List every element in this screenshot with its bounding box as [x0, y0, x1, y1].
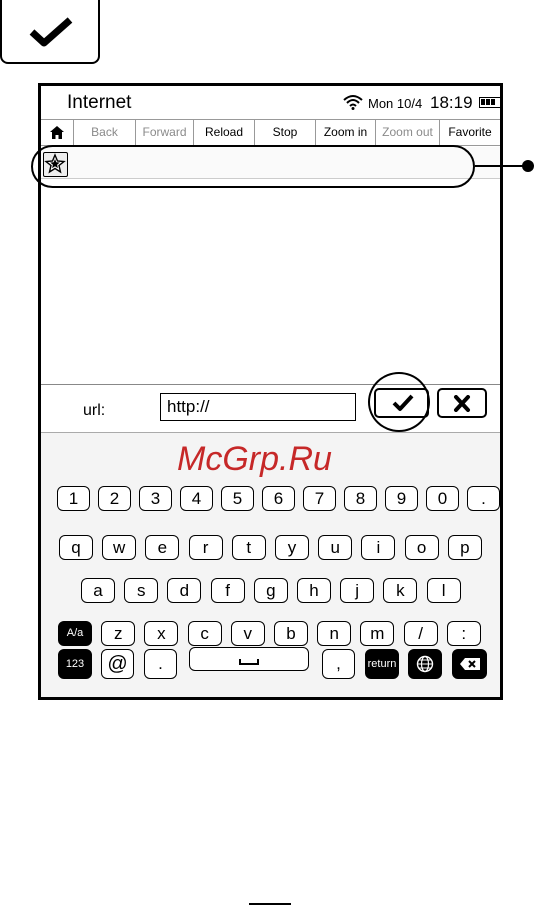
backspace-key[interactable]	[452, 649, 487, 679]
letter-key[interactable]: f	[210, 578, 245, 603]
annotation-leader-line	[475, 165, 527, 167]
annotation-ring-confirm	[368, 372, 430, 432]
letter-key[interactable]: c	[187, 621, 222, 646]
letter-key[interactable]: z	[101, 621, 136, 646]
letter-key[interactable]: d	[167, 578, 202, 603]
letter-key[interactable]: n	[317, 621, 352, 646]
space-icon	[239, 659, 259, 665]
letter-key[interactable]: b	[274, 621, 308, 646]
digit-key[interactable]: 7	[303, 486, 336, 511]
letter-key[interactable]: t	[231, 535, 266, 560]
letter-key[interactable]: i	[361, 535, 396, 560]
letter-key[interactable]: h	[297, 578, 331, 603]
letter-key[interactable]: :	[446, 621, 481, 646]
shift-key[interactable]: A/a	[58, 621, 92, 646]
digit-key[interactable]: 0	[426, 486, 459, 511]
close-icon	[454, 395, 470, 412]
battery-icon	[479, 97, 501, 108]
letter-key[interactable]: e	[145, 535, 180, 560]
digit-key[interactable]: .	[467, 486, 500, 511]
digit-key[interactable]: 8	[344, 486, 377, 511]
at-key[interactable]: @	[101, 649, 134, 679]
home-icon	[50, 126, 64, 139]
letter-key[interactable]: m	[360, 621, 395, 646]
keyboard-url-bar: url:	[41, 385, 500, 433]
digit-key[interactable]: 6	[262, 486, 295, 511]
letter-key[interactable]: x	[144, 621, 179, 646]
app-title: Internet	[67, 92, 132, 113]
forward-button[interactable]: Forward	[136, 120, 194, 145]
letter-key[interactable]: w	[102, 535, 137, 560]
cancel-button[interactable]	[437, 388, 487, 418]
letter-key[interactable]: v	[230, 621, 265, 646]
page-number-rule	[249, 903, 291, 921]
letter-key[interactable]: g	[253, 578, 288, 603]
space-key[interactable]	[189, 647, 309, 671]
watermark: McGrp.Ru	[177, 440, 332, 478]
digit-key[interactable]: 1	[57, 486, 90, 511]
letter-key[interactable]: k	[383, 578, 418, 603]
letter-key[interactable]: l	[426, 578, 461, 603]
back-button[interactable]: Back	[74, 120, 136, 145]
letter-key[interactable]: q	[59, 535, 93, 560]
dot-key[interactable]: .	[144, 649, 177, 679]
letter-key[interactable]: u	[318, 535, 353, 560]
letter-key[interactable]: a	[81, 578, 115, 603]
letter-key[interactable]: o	[404, 535, 439, 560]
globe-key[interactable]	[408, 649, 442, 679]
favorite-button[interactable]: Favorite	[440, 120, 500, 145]
on-screen-keyboard: url: 123 @ . , return	[41, 384, 500, 697]
zoom-in-button[interactable]: Zoom in	[316, 120, 376, 145]
letter-key[interactable]: j	[340, 578, 375, 603]
digit-key[interactable]: 5	[221, 486, 254, 511]
letter-key[interactable]: y	[275, 535, 309, 560]
check-button-illustration	[0, 0, 100, 64]
digit-key[interactable]: 9	[385, 486, 418, 511]
comma-key[interactable]: ,	[322, 649, 355, 679]
status-time: 18:19	[430, 93, 473, 112]
digit-key[interactable]: 4	[180, 486, 213, 511]
numeric-mode-key[interactable]: 123	[58, 649, 92, 679]
home-button[interactable]	[41, 120, 74, 145]
url-label: url:	[83, 402, 106, 419]
zoom-out-button[interactable]: Zoom out	[376, 120, 440, 145]
reload-button[interactable]: Reload	[194, 120, 255, 145]
letter-key[interactable]: /	[403, 621, 438, 646]
url-input[interactable]	[160, 393, 356, 421]
digit-key[interactable]: 2	[98, 486, 131, 511]
checkmark-icon	[29, 17, 73, 47]
digit-key[interactable]: 3	[139, 486, 172, 511]
letter-key[interactable]: s	[124, 578, 159, 603]
backspace-icon	[459, 658, 480, 670]
return-key[interactable]: return	[365, 649, 399, 679]
letter-key[interactable]: r	[188, 535, 223, 560]
stop-button[interactable]: Stop	[255, 120, 316, 145]
status-bar: Internet Mon 10/4 18:19	[41, 86, 501, 119]
globe-icon	[416, 655, 434, 673]
annotation-marker	[522, 160, 534, 172]
browser-toolbar: Back Forward Reload Stop Zoom in Zoom ou…	[41, 119, 500, 146]
annotation-ring-address-bar	[31, 145, 475, 188]
letter-key[interactable]: p	[447, 535, 482, 560]
wifi-icon	[343, 95, 363, 110]
status-date: Mon 10/4	[368, 96, 423, 111]
